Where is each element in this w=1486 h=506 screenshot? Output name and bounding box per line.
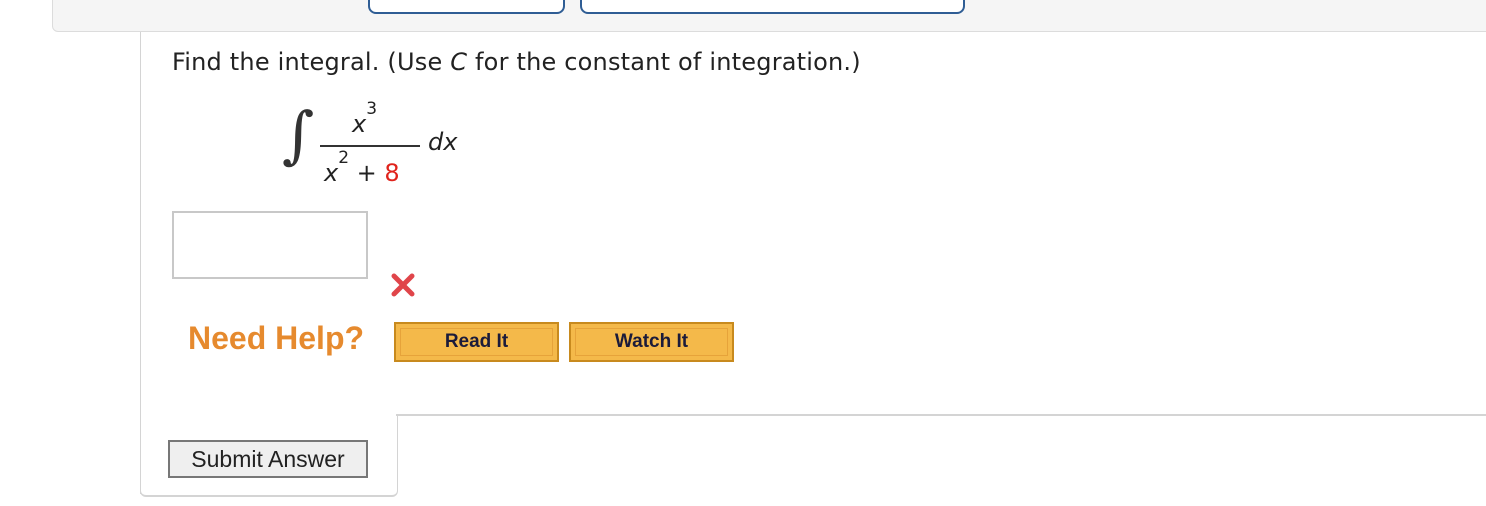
question-text-after: for the constant of integration.) xyxy=(467,48,861,76)
question-text-before: Find the integral. (Use xyxy=(172,48,451,76)
denominator-constant: 8 xyxy=(384,159,400,187)
need-help-label: Need Help? xyxy=(188,320,365,356)
watch-it-button[interactable]: Watch It xyxy=(569,322,734,362)
denominator-variable: x xyxy=(324,159,339,187)
question-prompt: Find the integral. (Use C for the consta… xyxy=(172,48,861,76)
differential: dx xyxy=(428,128,458,156)
panel-divider xyxy=(396,414,1486,416)
denominator-exponent: 2 xyxy=(338,148,350,168)
numerator-variable: x xyxy=(352,110,367,138)
denominator-operator: + xyxy=(349,159,385,187)
submit-answer-button[interactable]: Submit Answer xyxy=(168,440,368,478)
top-tab-left[interactable] xyxy=(368,0,565,14)
answer-input[interactable] xyxy=(172,211,368,279)
integral-sign: ∫ xyxy=(282,98,315,171)
fraction-denominator: x2 + 8 xyxy=(324,148,400,187)
numerator-exponent: 3 xyxy=(366,99,378,119)
read-it-button[interactable]: Read It xyxy=(394,322,559,362)
constant-variable: C xyxy=(450,48,468,76)
fraction-bar xyxy=(320,145,420,147)
fraction-numerator: x3 xyxy=(352,99,377,138)
top-tab-right[interactable] xyxy=(580,0,965,14)
incorrect-x-icon xyxy=(391,273,415,297)
